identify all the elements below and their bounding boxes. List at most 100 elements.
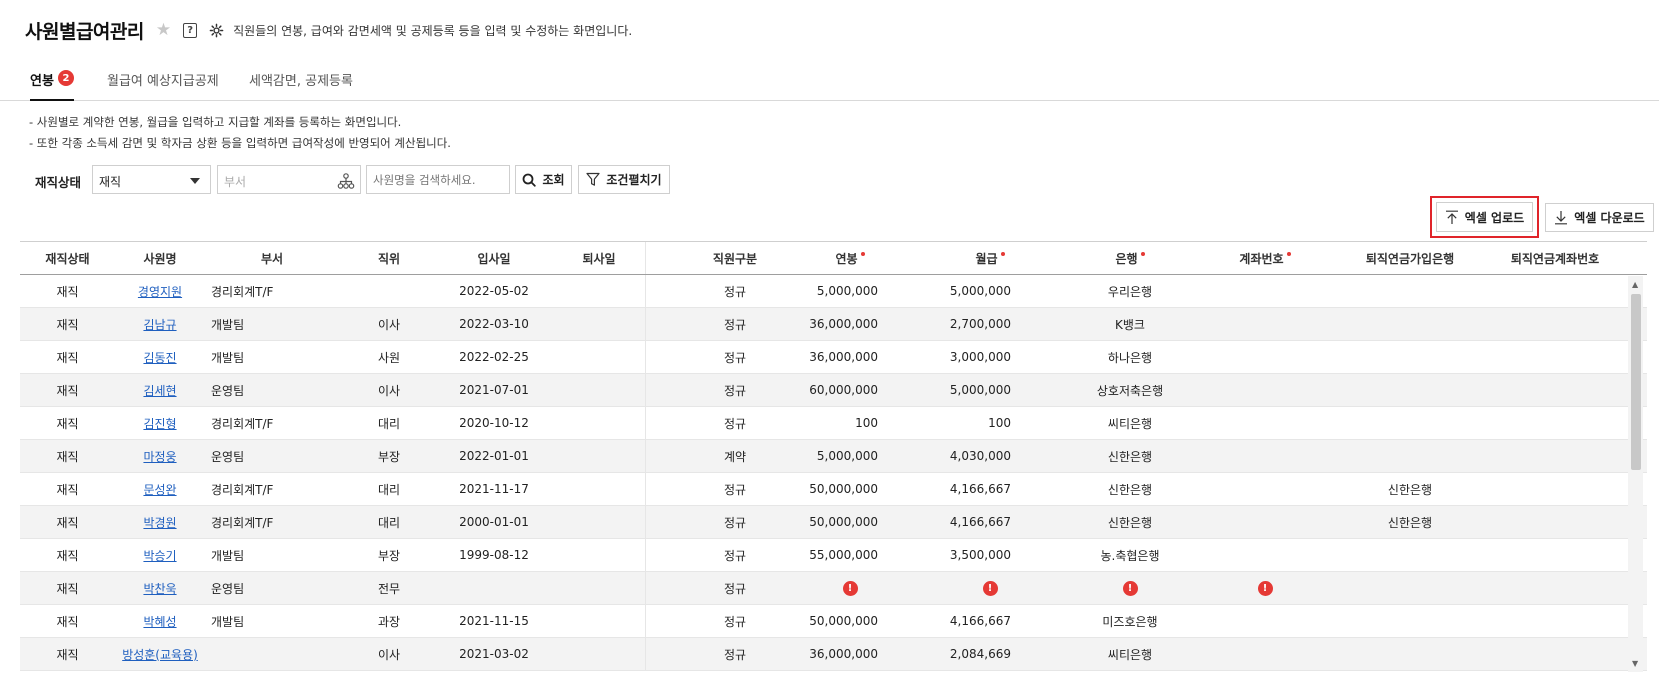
cell-employee-name[interactable]: 김남규: [115, 308, 205, 340]
table-row[interactable]: 재직 김진형 경리회계T/F 대리 2020-10-12 정규 100 100 씨티은행: [20, 407, 1647, 440]
employee-name-link[interactable]: 마정웅: [143, 448, 176, 465]
cell-employee-name[interactable]: 박경원: [115, 506, 205, 538]
employee-name-link[interactable]: 박찬욱: [143, 580, 176, 597]
cell-employee-name[interactable]: 방성훈(교육용): [115, 638, 205, 670]
cell-pension-bank: [1345, 539, 1475, 571]
col-header-salary[interactable]: 연봉: [800, 242, 900, 274]
scroll-up-icon[interactable]: ▲: [1632, 280, 1638, 289]
table-row[interactable]: 재직 김남규 개발팀 이사 2022-03-10 정규 36,000,000 2,700,00…: [20, 308, 1647, 341]
cell-status: 재직: [20, 440, 115, 472]
gear-icon[interactable]: [209, 23, 224, 38]
employee-name-link[interactable]: 박혜성: [143, 613, 176, 630]
table-row[interactable]: 재직 마정웅 운영팀 부장 2022-01-01 계약 5,000,000 4,030,000…: [20, 440, 1647, 473]
table-row[interactable]: 재직 경영지원 경리회계T/F 2022-05-02 정규 5,000,000 5,000,…: [20, 275, 1647, 308]
cell-salary: 100: [765, 407, 890, 439]
employee-name-link[interactable]: 문성완: [143, 481, 176, 498]
employee-name-link[interactable]: 김세현: [143, 382, 176, 399]
cell-text: 정규: [723, 515, 747, 530]
col-header-position[interactable]: 직위: [339, 242, 439, 274]
table-header: 재직상태 사원명 부서 직위 입사일 퇴사일 직원구분 연봉 월급 은행 계좌번…: [20, 242, 1647, 275]
table-row[interactable]: 재직 문성완 경리회계T/F 대리 2021-11-17 정규 50,000,000 4,16…: [20, 473, 1647, 506]
col-header-dept[interactable]: 부서: [205, 242, 339, 274]
cell-employee-name[interactable]: 박승기: [115, 539, 205, 571]
employee-name-link[interactable]: 김동진: [143, 349, 176, 366]
employee-name-link[interactable]: 김진형: [143, 415, 176, 432]
employee-search-input[interactable]: [366, 165, 510, 194]
help-icon[interactable]: ?: [183, 22, 198, 38]
employee-name-link[interactable]: 박경원: [143, 514, 176, 531]
cell-dept: 개발팀: [205, 605, 339, 637]
col-header-name[interactable]: 사원명: [115, 242, 205, 274]
filter-bar: 재직상태 재직 부서 조회 조건펼치기: [0, 164, 700, 194]
col-header-leave-date[interactable]: 퇴사일: [549, 242, 649, 274]
download-arrow-icon: [1555, 211, 1568, 225]
cell-text: 36,000,000: [809, 350, 878, 364]
col-header-join-date[interactable]: 입사일: [439, 242, 549, 274]
org-chart-icon[interactable]: [337, 172, 355, 193]
cell-text: 재직: [56, 614, 79, 629]
page-title: 사원별급여관리: [25, 20, 144, 43]
search-button[interactable]: 조회: [515, 165, 572, 194]
cell-account: [1215, 473, 1315, 505]
cell-text: 운영팀: [211, 383, 245, 398]
excel-upload-button[interactable]: 엑셀 업로드: [1436, 202, 1533, 232]
employee-name-link[interactable]: 경영지원: [138, 283, 182, 300]
dept-field[interactable]: 부서: [217, 165, 361, 194]
cell-employee-name[interactable]: 마정웅: [115, 440, 205, 472]
employee-name-link[interactable]: 김남규: [143, 316, 176, 333]
table-row[interactable]: 재직 박찬욱 운영팀 전무 정규!!!!: [20, 572, 1647, 605]
cell-bank: 우리은행: [1080, 275, 1180, 307]
col-header-monthly[interactable]: 월급: [940, 242, 1040, 274]
cell-text: 60,000,000: [809, 383, 878, 397]
cell-text: 개발팀: [211, 317, 245, 332]
table-row[interactable]: 재직 박경원 경리회계T/F 대리 2000-01-01 정규 50,000,000 4,16…: [20, 506, 1647, 539]
expand-filter-button[interactable]: 조건펼치기: [578, 165, 670, 194]
cell-text: 경리회계T/F: [211, 416, 274, 431]
col-header-status[interactable]: 재직상태: [20, 242, 115, 274]
cell-text: 100: [988, 416, 1011, 430]
cell-status: 재직: [20, 473, 115, 505]
cell-text: 전무: [377, 581, 401, 596]
cell-employee-name[interactable]: 김진형: [115, 407, 205, 439]
col-header-pension-bank[interactable]: 퇴직연금가입은행: [1345, 242, 1475, 274]
cell-salary: 36,000,000: [765, 341, 890, 373]
employee-name-link[interactable]: 방성훈(교육용): [122, 646, 198, 663]
scroll-thumb[interactable]: [1631, 294, 1641, 470]
cell-employee-name[interactable]: 박찬욱: [115, 572, 205, 604]
cell-text: 대리: [377, 416, 401, 431]
tab-salary[interactable]: 연봉 2: [30, 70, 74, 101]
col-header-pension-account[interactable]: 퇴직연금계좌번호: [1485, 242, 1625, 274]
cell-join-date: 2020-10-12: [439, 407, 549, 439]
table-row[interactable]: 재직 박혜성 개발팀 과장 2021-11-15 정규 50,000,000 4,166,66…: [20, 605, 1647, 638]
cell-pension-account: [1485, 506, 1625, 538]
col-header-emp-type[interactable]: 직원구분: [685, 242, 785, 274]
tab-monthly-deduction[interactable]: 월급여 예상지급공제: [107, 70, 219, 101]
required-missing-icon: !: [1122, 580, 1138, 596]
scroll-down-icon[interactable]: ▼: [1632, 659, 1638, 668]
cell-employee-name[interactable]: 김세현: [115, 374, 205, 406]
star-icon[interactable]: ★: [156, 20, 171, 40]
cell-employee-name[interactable]: 김동진: [115, 341, 205, 373]
cell-text: 4,030,000: [949, 449, 1011, 463]
cell-monthly: 5,000,000: [900, 374, 1023, 406]
status-select[interactable]: 재직: [92, 165, 211, 194]
cell-status: 재직: [20, 308, 115, 340]
col-header-bank[interactable]: 은행: [1080, 242, 1180, 274]
table-row[interactable]: 재직 방성훈(교육용) 이사 2021-03-02 정규 36,000,000 2,084,…: [20, 638, 1647, 671]
cell-bank: K뱅크: [1080, 308, 1180, 340]
table-row[interactable]: 재직 김세현 운영팀 이사 2021-07-01 정규 60,000,000 5,000,00…: [20, 374, 1647, 407]
cell-employee-name[interactable]: 박혜성: [115, 605, 205, 637]
cell-employee-name[interactable]: 경영지원: [115, 275, 205, 307]
cell-text: 신한은행: [1387, 515, 1433, 530]
table-row[interactable]: 재직 김동진 개발팀 사원 2022-02-25 정규 36,000,000 3,000,00…: [20, 341, 1647, 374]
cell-text: 정규: [723, 317, 747, 332]
tab-tax-reduction[interactable]: 세액감면, 공제등록: [249, 70, 353, 101]
col-header-account[interactable]: 계좌번호: [1215, 242, 1315, 274]
cell-dept: 경리회계T/F: [205, 506, 339, 538]
table-row[interactable]: 재직 박승기 개발팀 부장 1999-08-12 정규 55,000,000 3,500,00…: [20, 539, 1647, 572]
employee-name-link[interactable]: 박승기: [143, 547, 176, 564]
cell-text: 사원: [377, 350, 401, 365]
excel-download-button[interactable]: 엑셀 다운로드: [1545, 203, 1654, 232]
table-scrollbar[interactable]: ▲ ▼: [1628, 276, 1643, 672]
cell-employee-name[interactable]: 문성완: [115, 473, 205, 505]
